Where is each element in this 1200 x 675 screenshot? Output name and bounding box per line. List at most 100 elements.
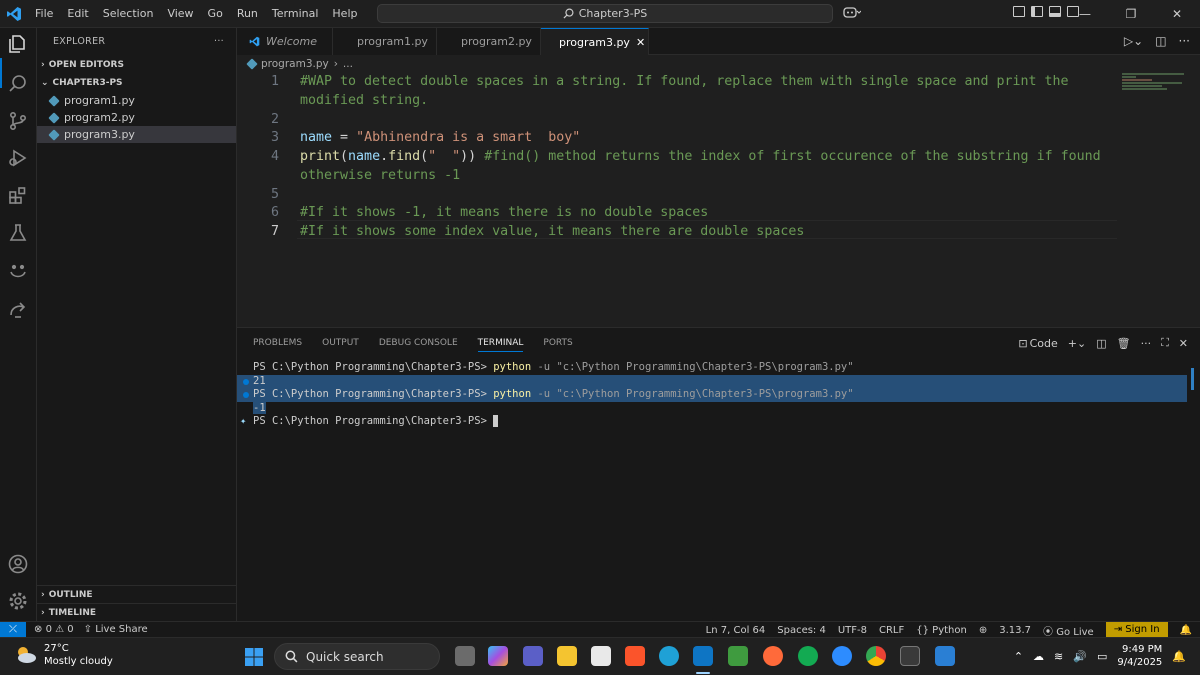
clock[interactable]: 9:49 PM 9/4/2025	[1117, 643, 1162, 669]
breadcrumb-symbol[interactable]: ...	[343, 58, 353, 70]
toggle-panel-icon[interactable]	[1049, 6, 1061, 17]
tab-terminal[interactable]: TERMINAL	[477, 338, 524, 352]
minimize-button[interactable]: —	[1062, 0, 1108, 28]
outline-section[interactable]: › OUTLINE	[37, 585, 237, 603]
command-decoration-icon[interactable]	[243, 378, 249, 385]
restore-button[interactable]: ❐	[1108, 0, 1154, 28]
kill-terminal-icon[interactable]: 🗑	[1117, 337, 1131, 350]
postman-icon[interactable]	[763, 646, 783, 666]
line-ending[interactable]: CRLF	[879, 625, 904, 636]
notifications-bell-icon[interactable]: 🔔	[1180, 625, 1200, 636]
indentation[interactable]: Spaces: 4	[777, 625, 826, 636]
menu-edit[interactable]: Edit	[60, 0, 95, 28]
close-tab-icon[interactable]: ✕	[636, 36, 645, 49]
split-terminal-icon[interactable]: ◫	[1096, 337, 1106, 350]
show-hidden-icons[interactable]: ⌃	[1014, 650, 1023, 663]
tab-debug-console[interactable]: DEBUG CONSOLE	[379, 338, 458, 352]
account-icon[interactable]	[6, 552, 30, 576]
volume-icon[interactable]: 🔊	[1073, 650, 1087, 663]
sign-in-button[interactable]: ⇥ Sign In	[1105, 622, 1168, 638]
explorer-icon[interactable]	[6, 32, 30, 56]
encoding[interactable]: UTF-8	[838, 625, 867, 636]
tab-output[interactable]: OUTPUT	[322, 338, 359, 352]
search-icon[interactable]	[6, 72, 30, 96]
more-actions-icon[interactable]: ···	[1179, 34, 1190, 48]
python-version[interactable]: 3.13.7	[999, 625, 1031, 636]
teams-icon[interactable]	[523, 646, 543, 666]
vscode-taskbar-icon[interactable]	[693, 646, 713, 666]
run-file-icon[interactable]: ▷⌄	[1124, 34, 1143, 48]
tab-program1[interactable]: program1.py	[333, 28, 437, 55]
menu-view[interactable]: View	[160, 0, 200, 28]
command-decoration-icon[interactable]	[243, 392, 249, 398]
tab-ports[interactable]: PORTS	[543, 338, 572, 352]
mongodb-icon[interactable]	[798, 646, 818, 666]
problems-status[interactable]: ⊗ 0 ⚠ 0	[34, 624, 74, 635]
tab-welcome[interactable]: Welcome	[237, 28, 333, 55]
manage-gear-icon[interactable]	[6, 589, 30, 613]
tab-problems[interactable]: PROBLEMS	[253, 338, 302, 352]
sparkle-icon[interactable]: ✦	[240, 415, 246, 429]
file-explorer-icon[interactable]	[557, 646, 577, 666]
terminal-scrollbar[interactable]	[1191, 368, 1194, 390]
edge-browser-icon[interactable]	[659, 646, 679, 666]
more-actions-icon[interactable]: ···	[214, 28, 224, 56]
onedrive-cloud-icon[interactable]: ☁	[1033, 650, 1044, 663]
task-view-icon[interactable]	[455, 646, 475, 666]
timeline-section[interactable]: › TIMELINE	[37, 603, 237, 621]
live-share-face-icon[interactable]	[6, 259, 30, 283]
store-icon[interactable]	[591, 646, 611, 666]
customize-layout-icon[interactable]	[1013, 6, 1025, 17]
windows-start-icon[interactable]	[244, 647, 264, 667]
file-item-program2[interactable]: program2.py	[37, 109, 236, 126]
remote-desktop-icon[interactable]	[935, 646, 955, 666]
menu-selection[interactable]: Selection	[96, 0, 161, 28]
zoom-icon[interactable]	[832, 646, 852, 666]
menu-file[interactable]: File	[28, 0, 60, 28]
language-mode[interactable]: {} Python	[916, 625, 967, 636]
command-center[interactable]: Chapter3-PS	[377, 4, 833, 23]
menu-go[interactable]: Go	[201, 0, 230, 28]
more-actions-icon[interactable]: ···	[1141, 337, 1152, 350]
breadcrumb-file[interactable]: program3.py	[261, 58, 329, 70]
run-debug-icon[interactable]	[6, 146, 30, 170]
notification-center-icon[interactable]: 🔔	[1172, 650, 1186, 663]
maximize-panel-icon[interactable]: ⛶	[1161, 336, 1169, 350]
copilot-status-icon[interactable]: ⊕	[979, 625, 987, 636]
terminal-output[interactable]: PS C:\Python Programming\Chapter3-PS> py…	[237, 361, 1200, 429]
chrome-icon[interactable]	[866, 646, 886, 666]
brave-browser-icon[interactable]	[625, 646, 645, 666]
tab-program3[interactable]: program3.py ✕	[541, 28, 649, 55]
toggle-sidebar-icon[interactable]	[1031, 6, 1043, 17]
weather-widget[interactable]: 27°C Mostly cloudy	[14, 642, 113, 668]
copilot-app-icon[interactable]	[488, 646, 508, 666]
minimap[interactable]	[1122, 72, 1190, 92]
menu-terminal[interactable]: Terminal	[265, 0, 326, 28]
close-window-button[interactable]: ✕	[1154, 0, 1200, 28]
terminal-app-icon[interactable]	[900, 646, 920, 666]
remote-explorer-icon[interactable]	[6, 298, 30, 322]
go-live-button[interactable]: ⦿ Go Live	[1043, 623, 1094, 638]
folder-section[interactable]: ⌄ CHAPTER3-PS	[37, 74, 236, 92]
git-app-icon[interactable]	[728, 646, 748, 666]
tab-program2[interactable]: program2.py	[437, 28, 541, 55]
live-share-status[interactable]: ⇪ Live Share	[84, 624, 148, 635]
menu-run[interactable]: Run	[230, 0, 265, 28]
copilot-icon[interactable]	[843, 6, 862, 21]
testing-icon[interactable]	[6, 221, 30, 245]
cursor-position[interactable]: Ln 7, Col 64	[706, 625, 766, 636]
wifi-icon[interactable]: ≋	[1054, 650, 1063, 663]
extensions-icon[interactable]	[6, 183, 30, 207]
file-item-program1[interactable]: program1.py	[37, 92, 236, 109]
taskbar-search[interactable]: Quick search	[274, 643, 440, 670]
new-terminal-icon[interactable]: +⌄	[1068, 337, 1086, 350]
close-panel-icon[interactable]: ✕	[1179, 337, 1188, 350]
file-item-program3[interactable]: program3.py	[37, 126, 236, 143]
open-editors-section[interactable]: › OPEN EDITORS	[37, 56, 236, 74]
remote-indicator-icon[interactable]: ⤫	[0, 621, 26, 638]
split-editor-icon[interactable]: ◫	[1155, 34, 1166, 48]
battery-icon[interactable]: ▭	[1097, 650, 1107, 663]
code-editor[interactable]: 1 #WAP to detect double spaces in a stri…	[237, 72, 1200, 327]
menu-help[interactable]: Help	[325, 0, 364, 28]
source-control-icon[interactable]	[6, 109, 30, 133]
